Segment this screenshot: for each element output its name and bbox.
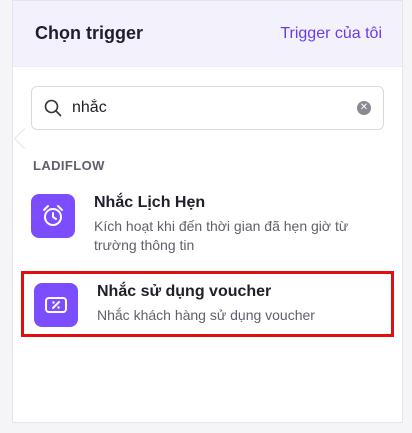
trigger-item-voucher-reminder[interactable]: Nhắc sử dụng voucher Nhắc khách hàng sử … [21,271,394,337]
my-triggers-link[interactable]: Trigger của tôi [280,25,382,43]
search-box[interactable]: ✕ [31,86,384,130]
panel-pointer [13,127,36,150]
trigger-description: Kích hoạt khi đến thời gian đã hẹn giờ t… [94,218,349,253]
trigger-name: Nhắc Lịch Hẹn [94,194,206,211]
alarm-clock-icon [31,194,75,238]
search-input[interactable] [70,98,357,118]
trigger-description: Nhắc khách hàng sử dụng voucher [97,307,315,323]
section-label: LADIFLOW [33,158,105,173]
panel-title: Chọn trigger [35,23,143,43]
trigger-name: Nhắc sử dụng voucher [97,283,272,300]
close-icon[interactable]: ✕ [357,101,371,115]
trigger-picker-panel: Chọn trigger Trigger của tôi ✕ LADIFLOW … [12,0,403,423]
panel-header: Chọn trigger Trigger của tôi [13,1,402,67]
search-icon [44,99,62,117]
trigger-item-appointment-reminder[interactable]: Nhắc Lịch Hẹn Kích hoạt khi đến thời gia… [21,194,394,255]
voucher-icon [34,283,78,327]
